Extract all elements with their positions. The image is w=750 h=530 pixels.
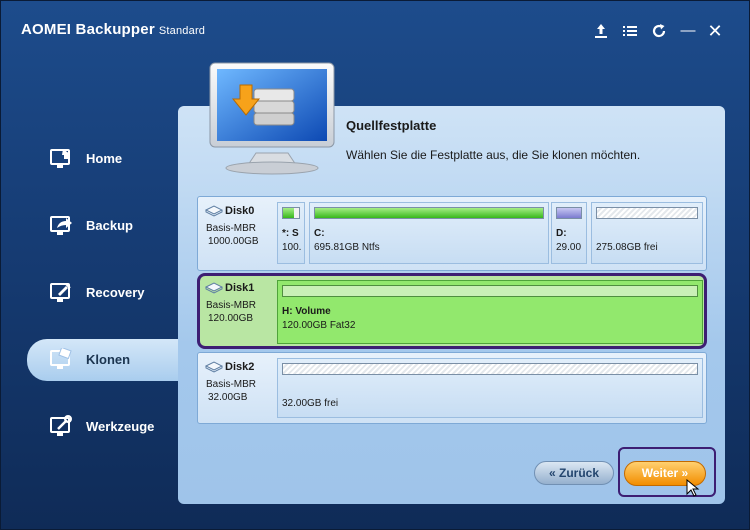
disk-icon (204, 205, 224, 217)
disk-size: 32.00GB (208, 392, 248, 403)
backup-icon (49, 214, 75, 238)
disk-icon (204, 282, 224, 294)
partition-size: 695.81GB Ntfs (314, 242, 380, 253)
partition-label: H: Volume (282, 306, 331, 317)
sidebar-item-label: Recovery (86, 285, 145, 300)
page-description: Wählen Sie die Festplatte aus, die Sie k… (346, 148, 641, 162)
monitor-disk-icon (204, 61, 340, 176)
partition-unallocated[interactable]: 32.00GB frei (277, 358, 703, 418)
menu-icon[interactable] (620, 21, 640, 41)
disk-name: Disk1 (225, 282, 255, 294)
disk-icon (204, 361, 224, 373)
partition-usage-bar (282, 363, 698, 375)
sidebar-item-home[interactable]: Home (27, 138, 179, 180)
disk-info: Disk1 Basis-MBR 120.00GB (200, 276, 278, 346)
sidebar-item-label: Klonen (86, 352, 131, 367)
disk-row-disk1[interactable]: Disk1 Basis-MBR 120.00GB H: Volume 120.0… (197, 273, 707, 349)
disk-size: 120.00GB (208, 313, 254, 324)
disk-row-disk0[interactable]: Disk0 Basis-MBR 1000.00GB *: S 100. C: 6… (197, 196, 707, 271)
partition-size: 120.00GB Fat32 (282, 320, 356, 331)
partition-usage-bar (282, 207, 300, 219)
minimize-icon[interactable]: — (678, 21, 698, 41)
sidebar-item-werkzeuge[interactable]: Werkzeuge (27, 406, 179, 448)
app-name: AOMEI Backupper (21, 21, 155, 38)
mouse-cursor-icon (686, 478, 700, 497)
back-button[interactable]: « Zurück (534, 461, 614, 485)
close-icon[interactable]: ✕ (705, 21, 725, 41)
partition-unallocated[interactable]: 275.08GB frei (591, 202, 703, 264)
sidebar-item-label: Home (86, 151, 123, 166)
disk-type: Basis-MBR (206, 300, 257, 311)
app-title: AOMEI Backupper Standard (21, 21, 205, 38)
home-icon (49, 147, 75, 171)
partition-d[interactable]: D: 29.00 (551, 202, 587, 264)
clone-icon (49, 346, 75, 372)
disk-size: 1000.00GB (208, 236, 259, 247)
disk-info: Disk0 Basis-MBR 1000.00GB (198, 197, 276, 270)
disk-type: Basis-MBR (206, 223, 257, 234)
refresh-icon[interactable] (649, 21, 669, 41)
partition-usage-bar (314, 207, 544, 219)
title-bar: AOMEI Backupper Standard — ✕ (1, 1, 749, 59)
partition-size: 32.00GB frei (282, 398, 339, 409)
disk-row-disk2[interactable]: Disk2 Basis-MBR 32.00GB 32.00GB frei (197, 352, 707, 424)
sidebar-item-klonen[interactable]: Klonen (27, 339, 185, 381)
page-title: Quellfestplatte (346, 118, 437, 133)
sidebar-item-label: Backup (86, 218, 133, 233)
sidebar-item-backup[interactable]: Backup (27, 205, 179, 247)
partition-system[interactable]: *: S 100. (277, 202, 305, 264)
disk-type: Basis-MBR (206, 379, 257, 390)
partition-label: D: (556, 228, 567, 239)
partition-usage-bar (282, 285, 698, 297)
partition-usage-bar (556, 207, 582, 219)
upload-icon[interactable] (591, 21, 611, 41)
recovery-icon (49, 281, 75, 305)
sidebar-item-label: Werkzeuge (86, 419, 155, 434)
partition-c[interactable]: C: 695.81GB Ntfs (309, 202, 549, 264)
sidebar-item-recovery[interactable]: Recovery (27, 272, 179, 314)
partition-label: C: (314, 228, 325, 239)
partition-h-volume[interactable]: H: Volume 120.00GB Fat32 (277, 280, 703, 344)
partition-size: 275.08GB frei (596, 242, 658, 253)
disk-name: Disk2 (225, 361, 255, 373)
partition-label: *: S (282, 228, 299, 239)
partition-usage-bar (596, 207, 698, 219)
tools-icon (49, 415, 75, 439)
app-edition: Standard (158, 25, 206, 37)
partition-size: 100. (282, 242, 302, 253)
app-window: AOMEI BackupperStandard — ✕ Home Backup (0, 0, 750, 530)
disk-info: Disk2 Basis-MBR 32.00GB (198, 353, 276, 423)
partition-size: 29.00 (556, 242, 582, 253)
disk-name: Disk0 (225, 205, 255, 217)
